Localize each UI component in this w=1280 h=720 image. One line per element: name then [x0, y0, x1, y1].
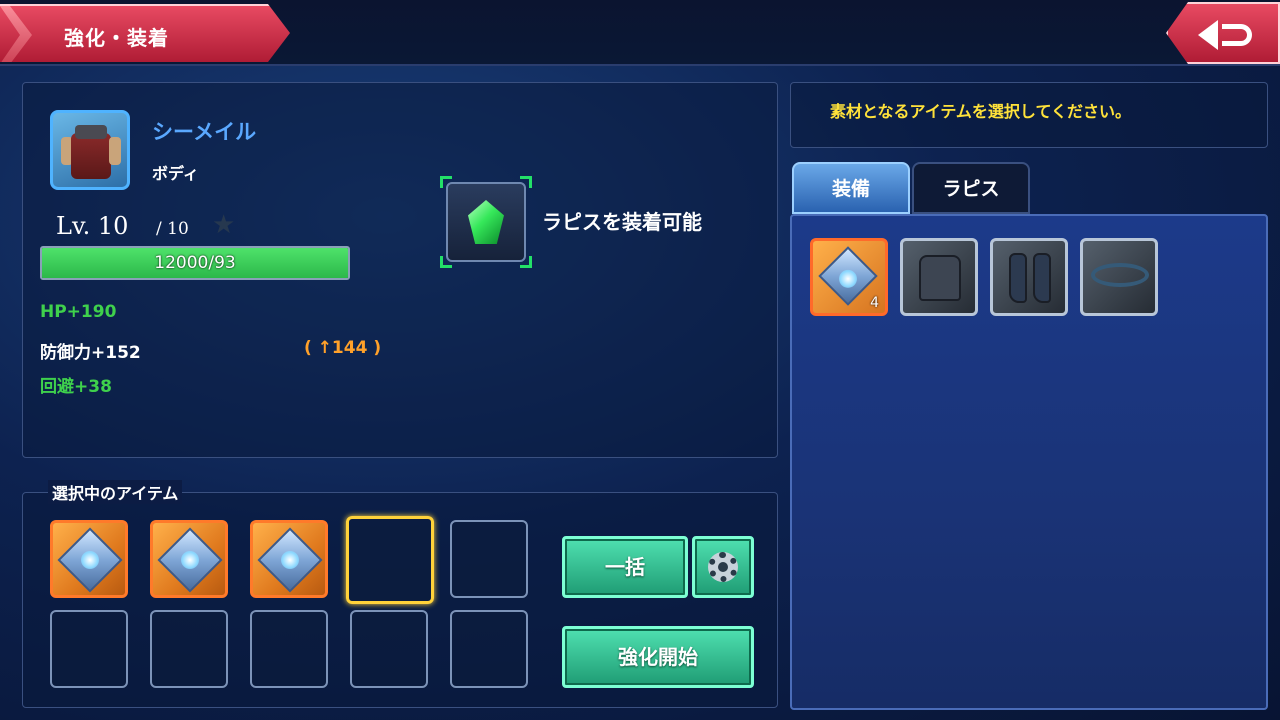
instruction-message: 素材となるアイテムを選択してください。: [830, 102, 1131, 121]
material-slot-filled[interactable]: [150, 520, 228, 598]
item-type: ボディ: [152, 164, 199, 183]
material-slot-empty[interactable]: [350, 610, 428, 688]
armor-collar: [75, 125, 107, 139]
settings-button[interactable]: [692, 536, 754, 598]
material-slot-empty[interactable]: [250, 610, 328, 688]
inventory-item-boots[interactable]: [990, 238, 1068, 316]
material-slot-filled[interactable]: [50, 520, 128, 598]
stat-hp: HP+190: [40, 302, 117, 322]
stat-defense: 防御力+152: [40, 343, 141, 363]
green-gem-icon: [468, 200, 504, 244]
material-slot-empty[interactable]: [450, 520, 528, 598]
stat-defense-bonus: ( ↑144 ): [304, 338, 382, 358]
material-slot-active[interactable]: [346, 516, 434, 604]
material-slot-empty[interactable]: [150, 610, 228, 688]
start-enhance-button[interactable]: 強化開始: [562, 626, 754, 688]
inventory-item-belt[interactable]: [1080, 238, 1158, 316]
enhance-stone-icon: [257, 527, 323, 593]
lapis-status-text: ラピスを装着可能: [542, 210, 702, 234]
title-banner: 強化・装着: [0, 4, 290, 62]
tab-equipment[interactable]: 装備: [792, 162, 910, 214]
gear-icon: [708, 552, 738, 582]
return-arrow-icon: [1198, 20, 1218, 50]
tab-lapis[interactable]: ラピス: [912, 162, 1030, 214]
lapis-slot[interactable]: [446, 182, 526, 262]
material-slot-empty[interactable]: [50, 610, 128, 688]
boots-icon: [1009, 253, 1027, 303]
star-icon: ★: [212, 210, 236, 240]
item-level: Lv. 10: [56, 212, 129, 240]
vest-icon: [919, 255, 961, 301]
inventory-item-vest[interactable]: [900, 238, 978, 316]
exp-bar: 12000/93: [40, 246, 350, 280]
belt-icon: [1091, 263, 1149, 287]
stat-evasion: 回避+38: [40, 377, 112, 397]
material-slot-empty[interactable]: [450, 610, 528, 688]
inventory-item-stone[interactable]: 4: [810, 238, 888, 316]
armor-body: [71, 133, 111, 179]
bulk-select-button[interactable]: 一括: [562, 536, 688, 598]
item-level-max: / 10: [156, 219, 189, 239]
exp-text: 12000/93: [154, 253, 236, 273]
enhance-stone-icon: [818, 246, 878, 306]
boots-icon: [1033, 253, 1051, 303]
item-name: シーメイル: [152, 120, 257, 144]
body-armor-icon: [50, 110, 130, 190]
back-button[interactable]: [1166, 2, 1280, 64]
page-title: 強化・装着: [64, 26, 169, 50]
return-curve-icon: [1222, 24, 1252, 46]
enhance-stone-icon: [157, 527, 223, 593]
armor-arm-right: [109, 137, 121, 165]
item-count: 4: [870, 295, 879, 311]
top-bar: 強化・装着: [0, 0, 1280, 66]
selected-items-label: 選択中のアイテム: [48, 480, 183, 504]
material-slot-filled[interactable]: [250, 520, 328, 598]
enhance-stone-icon: [57, 527, 123, 593]
